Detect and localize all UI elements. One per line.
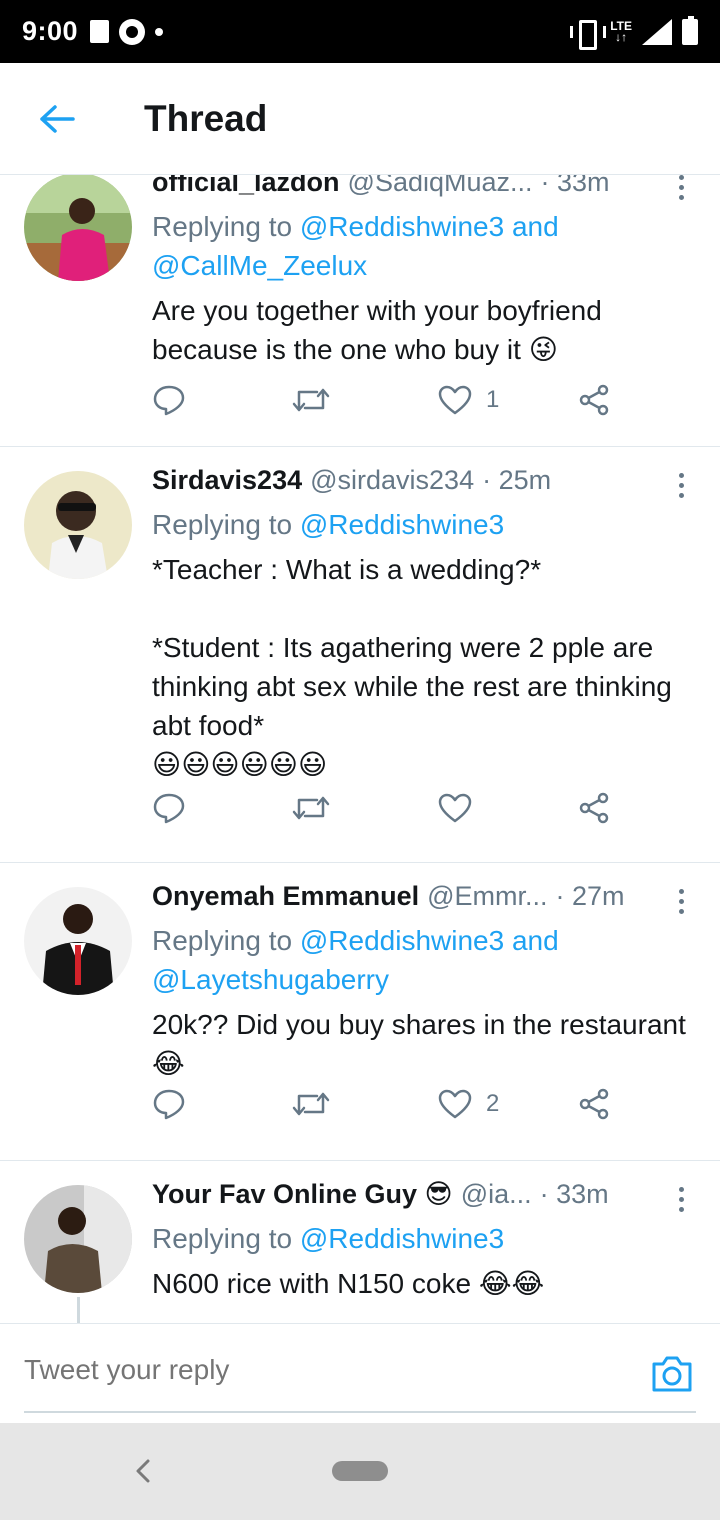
status-bar: 9:00 LTE ↓↑	[0, 0, 720, 63]
mention-link[interactable]: @Reddishwine3	[300, 1223, 504, 1254]
mention-link[interactable]: @Layetshugaberry	[152, 964, 389, 995]
thread-header: Thread	[0, 63, 720, 175]
reply-bar	[0, 1323, 720, 1423]
retweet-button[interactable]	[292, 1079, 330, 1129]
nav-back-button[interactable]	[128, 1453, 158, 1489]
like-button[interactable]: 2	[438, 1079, 499, 1129]
retweet-button[interactable]	[292, 375, 330, 425]
back-button[interactable]	[22, 84, 92, 154]
camera-button[interactable]	[650, 1354, 694, 1394]
reply-icon	[153, 1089, 185, 1120]
author-handle[interactable]: @Emmr...	[427, 881, 547, 912]
system-nav-bar	[0, 1423, 720, 1520]
tweet-text: *Teacher : What is a wedding?* *Student …	[152, 554, 672, 780]
replying-to: Replying to @Reddishwine3	[152, 1223, 505, 1254]
reply-input-underline	[24, 1411, 696, 1413]
heart-icon	[438, 1089, 472, 1119]
tweet-actions: 1	[152, 375, 632, 425]
mention-link[interactable]: @Reddishwine3 and	[300, 925, 559, 956]
arrow-left-icon	[40, 104, 75, 133]
camera-icon	[652, 1356, 692, 1392]
like-count: 1	[486, 386, 500, 413]
tweet-actions: 2	[152, 1079, 632, 1129]
retweet-button[interactable]	[292, 783, 330, 833]
share-icon	[579, 792, 609, 824]
tweet-time: · 25m	[482, 465, 552, 495]
chevron-left-icon	[136, 1459, 150, 1483]
avatar[interactable]	[24, 1185, 132, 1293]
more-options-button[interactable]	[666, 465, 696, 505]
tweet-item[interactable]: Onyemah Emmanuel @Emmr... · 27m Replying…	[0, 863, 720, 1161]
author-name[interactable]: Onyemah Emmanuel	[152, 881, 419, 912]
vibrate-icon	[570, 19, 607, 50]
more-options-button[interactable]	[666, 881, 696, 921]
heart-icon	[438, 793, 472, 823]
share-button[interactable]	[578, 783, 610, 833]
share-icon	[579, 384, 609, 416]
like-count: 2	[486, 1090, 500, 1117]
tweet-time: · 33m	[539, 1179, 609, 1209]
notification-icon	[90, 20, 110, 43]
reply-icon	[153, 793, 185, 824]
replying-to: Replying to @Reddishwine3	[152, 509, 505, 540]
author-name[interactable]: Your Fav Online Guy 😎	[152, 1179, 453, 1210]
mention-link[interactable]: @CallMe_Zeelux	[152, 250, 367, 281]
more-options-button[interactable]	[666, 175, 696, 207]
author-handle[interactable]: @ia...	[461, 1179, 532, 1210]
page-title: Thread	[144, 97, 268, 139]
replying-to: Replying to @Reddishwine3 and @Layetshug…	[152, 925, 559, 995]
heart-icon	[438, 385, 472, 415]
retweet-icon	[292, 1092, 330, 1116]
retweet-icon	[292, 388, 330, 412]
more-notifications-icon	[155, 27, 164, 36]
tweet-text: Are you together with your boyfriend bec…	[152, 295, 610, 365]
replying-to: Replying to @Reddishwine3 and @CallMe_Ze…	[152, 211, 559, 281]
avatar[interactable]	[24, 175, 132, 281]
author-name[interactable]: Sirdavis234	[152, 465, 302, 496]
reply-button[interactable]	[152, 1079, 186, 1129]
reply-button[interactable]	[152, 375, 186, 425]
avatar[interactable]	[24, 471, 132, 579]
status-time: 9:00	[22, 16, 79, 46]
avatar[interactable]	[24, 887, 132, 995]
mention-link[interactable]: @Reddishwine3 and	[300, 211, 559, 242]
tweet-actions	[152, 783, 632, 833]
reply-button[interactable]	[152, 783, 186, 833]
tweet-feed[interactable]: official_lazdon @SadiqMuaz... · 33m Repl…	[0, 175, 720, 1323]
author-name[interactable]: official_lazdon	[152, 175, 340, 198]
share-icon	[579, 1088, 609, 1120]
reply-input[interactable]	[24, 1354, 604, 1386]
app-notification-icon	[119, 18, 146, 45]
tweet-item[interactable]: Sirdavis234 @sirdavis234 · 25m Replying …	[0, 447, 720, 863]
network-type: LTE ↓↑	[610, 18, 632, 44]
thread-connector	[77, 1297, 80, 1323]
tweet-text: 20k?? Did you buy shares in the restaura…	[152, 1009, 694, 1079]
tweet-time: · 27m	[555, 881, 625, 911]
reply-icon	[153, 385, 185, 416]
tweet-text: N600 rice with N150 coke 😂😂	[152, 1268, 545, 1299]
share-button[interactable]	[578, 1079, 610, 1129]
tweet-item[interactable]: official_lazdon @SadiqMuaz... · 33m Repl…	[0, 175, 720, 447]
tweet-item[interactable]: Your Fav Online Guy 😎 @ia... · 33m Reply…	[0, 1161, 720, 1323]
more-options-button[interactable]	[666, 1179, 696, 1219]
tweet-time: · 33m	[540, 175, 610, 197]
author-handle[interactable]: @SadiqMuaz...	[348, 175, 533, 198]
author-handle[interactable]: @sirdavis234	[310, 465, 474, 496]
share-button[interactable]	[578, 375, 610, 425]
signal-icon	[642, 18, 672, 45]
mention-link[interactable]: @Reddishwine3	[300, 509, 504, 540]
like-button[interactable]	[438, 783, 472, 833]
nav-home-pill[interactable]	[332, 1461, 388, 1481]
like-button[interactable]: 1	[438, 375, 499, 425]
retweet-icon	[292, 796, 330, 820]
battery-icon	[682, 15, 698, 45]
